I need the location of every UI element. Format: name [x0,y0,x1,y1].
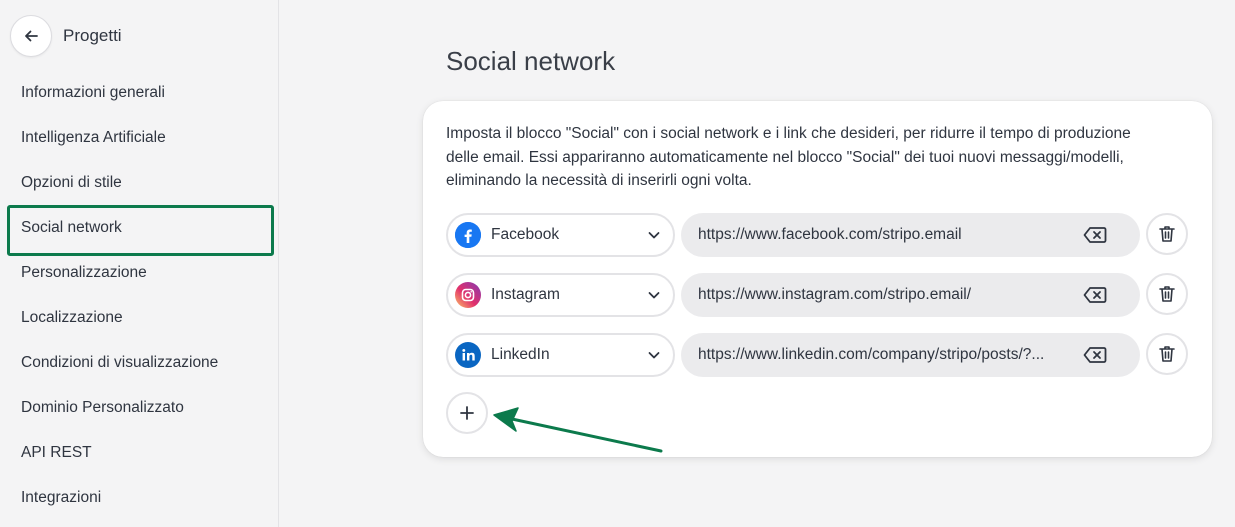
sidebar-item-label: API REST [21,443,92,461]
sidebar-item-opzioni-di-stile[interactable]: Opzioni di stile [0,160,279,205]
trash-icon [1159,286,1175,302]
arrow-left-icon [25,30,38,42]
trash-icon [1159,346,1175,362]
sidebar-item-personalizzazione[interactable]: Personalizzazione [0,250,279,295]
social-network-select[interactable]: Instagram [446,273,675,317]
chevron-down-icon [648,292,660,299]
social-row: Instagram https://www.instagram.com/stri… [446,273,1188,317]
social-network-select[interactable]: LinkedIn [446,333,675,377]
sidebar-item-label: Opzioni di stile [21,173,122,191]
clear-input-icon[interactable] [1083,346,1107,364]
social-row: LinkedIn https://www.linkedin.com/compan… [446,333,1188,377]
social-network-label: LinkedIn [491,346,550,363]
delete-row-button[interactable] [1146,273,1188,315]
social-description: Imposta il blocco "Social" con i social … [446,125,1131,189]
clear-input-icon[interactable] [1083,226,1107,244]
sidebar-item-label: Social network [21,218,122,236]
facebook-icon [455,222,481,248]
social-url-input[interactable]: https://www.linkedin.com/company/stripo/… [681,333,1140,377]
social-url-value: https://www.linkedin.com/company/stripo/… [698,346,1045,363]
social-network-select[interactable]: Facebook [446,213,675,257]
sidebar-item-label: Integrazioni [21,488,102,506]
sidebar-item-localizzazione[interactable]: Localizzazione [0,295,279,340]
sidebar-item-intelligenza-artificiale[interactable]: Intelligenza Artificiale [0,115,279,160]
social-url-input[interactable]: https://www.instagram.com/stripo.email/ [681,273,1140,317]
sidebar-item-label: Personalizzazione [21,263,147,281]
social-settings-card: Imposta il blocco "Social" con i social … [423,101,1212,457]
delete-row-button[interactable] [1146,333,1188,375]
trash-icon [1159,226,1175,242]
instagram-icon [455,282,481,308]
back-row: Progetti [10,15,122,57]
back-button[interactable] [10,15,52,57]
social-url-value: https://www.instagram.com/stripo.email/ [698,286,972,303]
delete-row-button[interactable] [1146,213,1188,255]
sidebar-item-label: Condizioni di visualizzazione [21,353,219,371]
sidebar: Progetti Informazioni generali Intellige… [0,0,279,527]
clear-input-icon[interactable] [1083,286,1107,304]
sidebar-item-label: Localizzazione [21,308,123,326]
sidebar-item-label: Informazioni generali [21,83,165,101]
linkedin-icon [455,342,481,368]
social-network-label: Facebook [491,226,560,243]
social-url-value: https://www.facebook.com/stripo.email [698,226,962,243]
sidebar-item-social-network[interactable]: Social network [0,205,279,256]
social-row: Facebook https://www.facebook.com/stripo… [446,213,1188,257]
sidebar-item-label: Dominio Personalizzato [21,398,184,416]
social-network-label: Instagram [491,286,560,303]
back-title: Progetti [63,26,122,45]
sidebar-item-dominio-personalizzato[interactable]: Dominio Personalizzato [0,385,279,430]
social-url-input[interactable]: https://www.facebook.com/stripo.email [681,213,1140,257]
sidebar-item-condizioni-di-visualizzazione[interactable]: Condizioni di visualizzazione [0,340,279,385]
add-social-button[interactable] [446,392,488,434]
page-title: Social network [446,46,616,76]
settings-nav: Informazioni generali Intelligenza Artif… [0,70,279,520]
sidebar-item-informazioni-generali[interactable]: Informazioni generali [0,70,279,115]
chevron-down-icon [648,232,660,239]
chevron-down-icon [648,352,660,359]
plus-icon [460,406,474,420]
sidebar-item-integrazioni[interactable]: Integrazioni [0,475,279,520]
sidebar-item-api-rest[interactable]: API REST [0,430,279,475]
sidebar-item-label: Intelligenza Artificiale [21,128,166,146]
